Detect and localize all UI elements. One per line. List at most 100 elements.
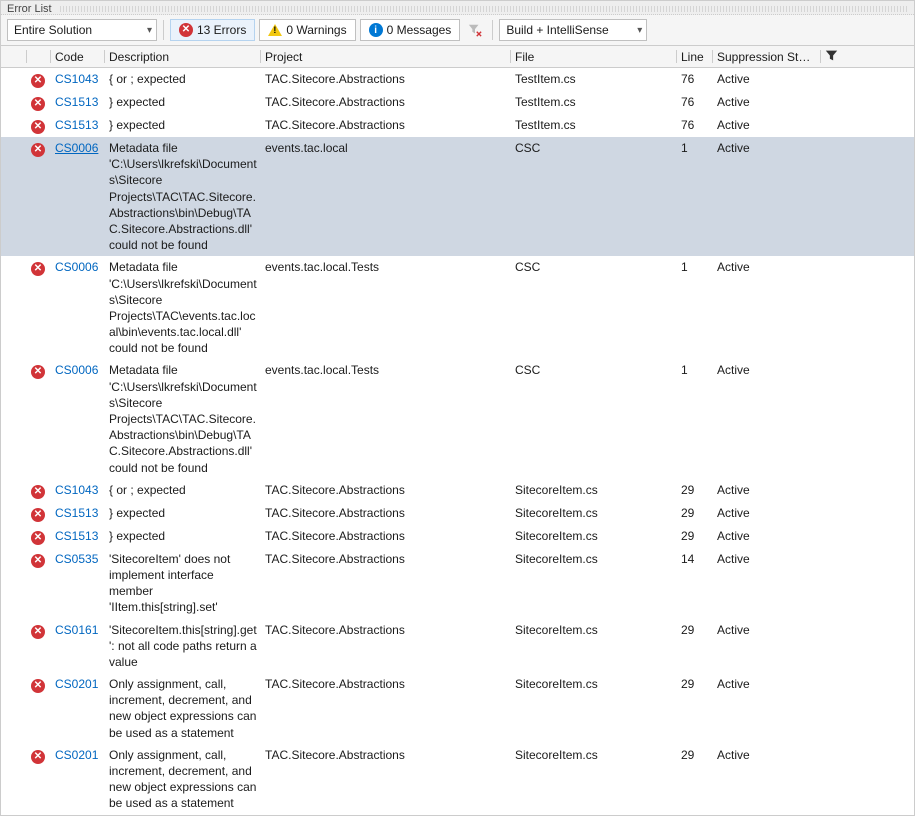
row-code[interactable]: CS1513 xyxy=(51,525,105,547)
row-code[interactable]: CS0201 xyxy=(51,744,105,766)
row-tail xyxy=(821,137,845,143)
code-link[interactable]: CS0006 xyxy=(55,141,98,155)
code-link[interactable]: CS1513 xyxy=(55,118,98,132)
table-row[interactable]: ✕CS1513} expectedTAC.Sitecore.Abstractio… xyxy=(1,502,914,525)
row-line: 1 xyxy=(677,137,713,159)
error-icon: ✕ xyxy=(31,365,45,379)
table-row[interactable]: ✕ CS0535 'SitecoreItem' does not implement… xyxy=(1,548,914,619)
row-code[interactable]: CS1513 xyxy=(51,91,105,113)
code-link[interactable]: CS0006 xyxy=(55,363,98,377)
row-gutter xyxy=(1,256,27,262)
row-code[interactable]: CS0006 xyxy=(51,256,105,278)
row-line: 29 xyxy=(677,525,713,547)
col-blank-2[interactable] xyxy=(27,46,51,67)
row-description: } expected xyxy=(105,114,261,136)
code-link[interactable]: CS1513 xyxy=(55,529,98,543)
code-link[interactable]: CS1513 xyxy=(55,95,98,109)
row-suppression: Active xyxy=(713,744,821,766)
row-project: events.tac.local xyxy=(261,137,511,159)
row-suppression: Active xyxy=(713,91,821,113)
code-link[interactable]: CS0161 xyxy=(55,623,98,637)
table-row[interactable]: ✕CS0006Metadata file 'C:\Users\lkrefski\… xyxy=(1,359,914,478)
col-project[interactable]: Project xyxy=(261,46,511,67)
table-row[interactable]: ✕CS0161'SitecoreItem.this[string].get': … xyxy=(1,619,914,674)
grid-body: ✕ CS1043 { or ; expected TAC.Sitecore.Abstr… xyxy=(1,68,914,815)
messages-count-label: 0 Messages xyxy=(387,23,452,37)
panel-title-bar[interactable]: Error List xyxy=(1,1,914,15)
table-row[interactable]: ✕CS0006Metadata file 'C:\Users\lkrefski\… xyxy=(1,256,914,359)
row-gutter xyxy=(1,744,27,750)
error-icon: ✕ xyxy=(31,143,45,157)
col-suppression[interactable]: Suppression St… xyxy=(713,46,821,67)
row-code[interactable]: CS0161 xyxy=(51,619,105,641)
code-link[interactable]: CS0006 xyxy=(55,260,98,274)
row-code[interactable]: CS1043 xyxy=(51,68,105,90)
code-link[interactable]: CS0201 xyxy=(55,677,98,691)
row-severity: ✕ xyxy=(27,256,51,279)
row-suppression: Active xyxy=(713,256,821,278)
clear-filter-button[interactable] xyxy=(464,19,486,41)
col-code[interactable]: Code xyxy=(51,46,105,67)
row-project: TAC.Sitecore.Abstractions xyxy=(261,114,511,136)
table-row[interactable]: ✕CS1513} expectedTAC.Sitecore.Abstractio… xyxy=(1,91,914,114)
row-code[interactable]: CS0006 xyxy=(51,359,105,381)
row-tail xyxy=(821,479,845,485)
row-code[interactable]: CS0006 xyxy=(51,137,105,159)
col-description[interactable]: Description xyxy=(105,46,261,67)
row-tail xyxy=(821,256,845,262)
row-gutter xyxy=(1,114,27,120)
row-description: 'SitecoreItem' does not implement interf… xyxy=(105,548,261,619)
row-tail xyxy=(821,502,845,508)
table-row[interactable]: ✕CS0201Only assignment, call, increment,… xyxy=(1,673,914,744)
row-line: 76 xyxy=(677,91,713,113)
code-link[interactable]: CS1043 xyxy=(55,72,98,86)
table-row[interactable]: ✕ CS0201 Only assignment, call, increment,… xyxy=(1,744,914,815)
row-suppression: Active xyxy=(713,673,821,695)
row-line: 29 xyxy=(677,479,713,501)
col-filter[interactable] xyxy=(821,46,845,67)
row-description: Only assignment, call, increment, decrem… xyxy=(105,744,261,815)
row-suppression: Active xyxy=(713,359,821,381)
error-icon: ✕ xyxy=(31,750,45,764)
row-project: TAC.Sitecore.Abstractions xyxy=(261,525,511,547)
row-severity: ✕ xyxy=(27,525,51,548)
row-severity: ✕ xyxy=(27,548,51,571)
chevron-down-icon: ▾ xyxy=(147,25,152,36)
row-code[interactable]: CS1513 xyxy=(51,114,105,136)
col-line[interactable]: Line xyxy=(677,46,713,67)
row-line: 76 xyxy=(677,68,713,90)
row-code[interactable]: CS0535 xyxy=(51,548,105,570)
warning-icon xyxy=(268,24,282,36)
row-file: SitecoreItem.cs xyxy=(511,744,677,766)
messages-filter-button[interactable]: i 0 Messages xyxy=(360,19,461,41)
table-row[interactable]: ✕CS1513} expectedTAC.Sitecore.Abstractio… xyxy=(1,525,914,548)
row-code[interactable]: CS1513 xyxy=(51,502,105,524)
code-link[interactable]: CS1043 xyxy=(55,483,98,497)
code-link[interactable]: CS0201 xyxy=(55,748,98,762)
col-file[interactable]: File xyxy=(511,46,677,67)
table-row[interactable]: ✕CS1043{ or ; expectedTAC.Sitecore.Abstr… xyxy=(1,68,914,91)
scope-combo-label: Entire Solution xyxy=(14,23,92,37)
code-link[interactable]: CS1513 xyxy=(55,506,98,520)
build-filter-combo[interactable]: Build + IntelliSense ▾ xyxy=(499,19,647,41)
row-severity: ✕ xyxy=(27,114,51,137)
table-row[interactable]: ✕CS0006Metadata file 'C:\Users\lkrefski\… xyxy=(1,137,914,256)
errors-filter-button[interactable]: ✕ 13 Errors xyxy=(170,19,255,41)
row-tail xyxy=(821,548,845,554)
row-code[interactable]: CS1043 xyxy=(51,479,105,501)
table-row[interactable]: ✕CS1043{ or ; expectedTAC.Sitecore.Abstr… xyxy=(1,479,914,502)
warnings-filter-button[interactable]: 0 Warnings xyxy=(259,19,355,41)
row-project: TAC.Sitecore.Abstractions xyxy=(261,548,511,570)
row-project: TAC.Sitecore.Abstractions xyxy=(261,744,511,766)
table-row[interactable]: ✕ CS1513 } expectedTAC.Sitecore.Abstractio… xyxy=(1,114,914,137)
row-project: TAC.Sitecore.Abstractions xyxy=(261,502,511,524)
row-suppression: Active xyxy=(713,114,821,136)
row-code[interactable]: CS0201 xyxy=(51,673,105,695)
code-link[interactable]: CS0535 xyxy=(55,552,98,566)
row-description: { or ; expected xyxy=(105,68,261,90)
row-file: CSC xyxy=(511,359,677,381)
scope-combo[interactable]: Entire Solution ▾ xyxy=(7,19,157,41)
row-suppression: Active xyxy=(713,68,821,90)
error-icon: ✕ xyxy=(31,679,45,693)
col-blank-1[interactable] xyxy=(1,46,27,67)
